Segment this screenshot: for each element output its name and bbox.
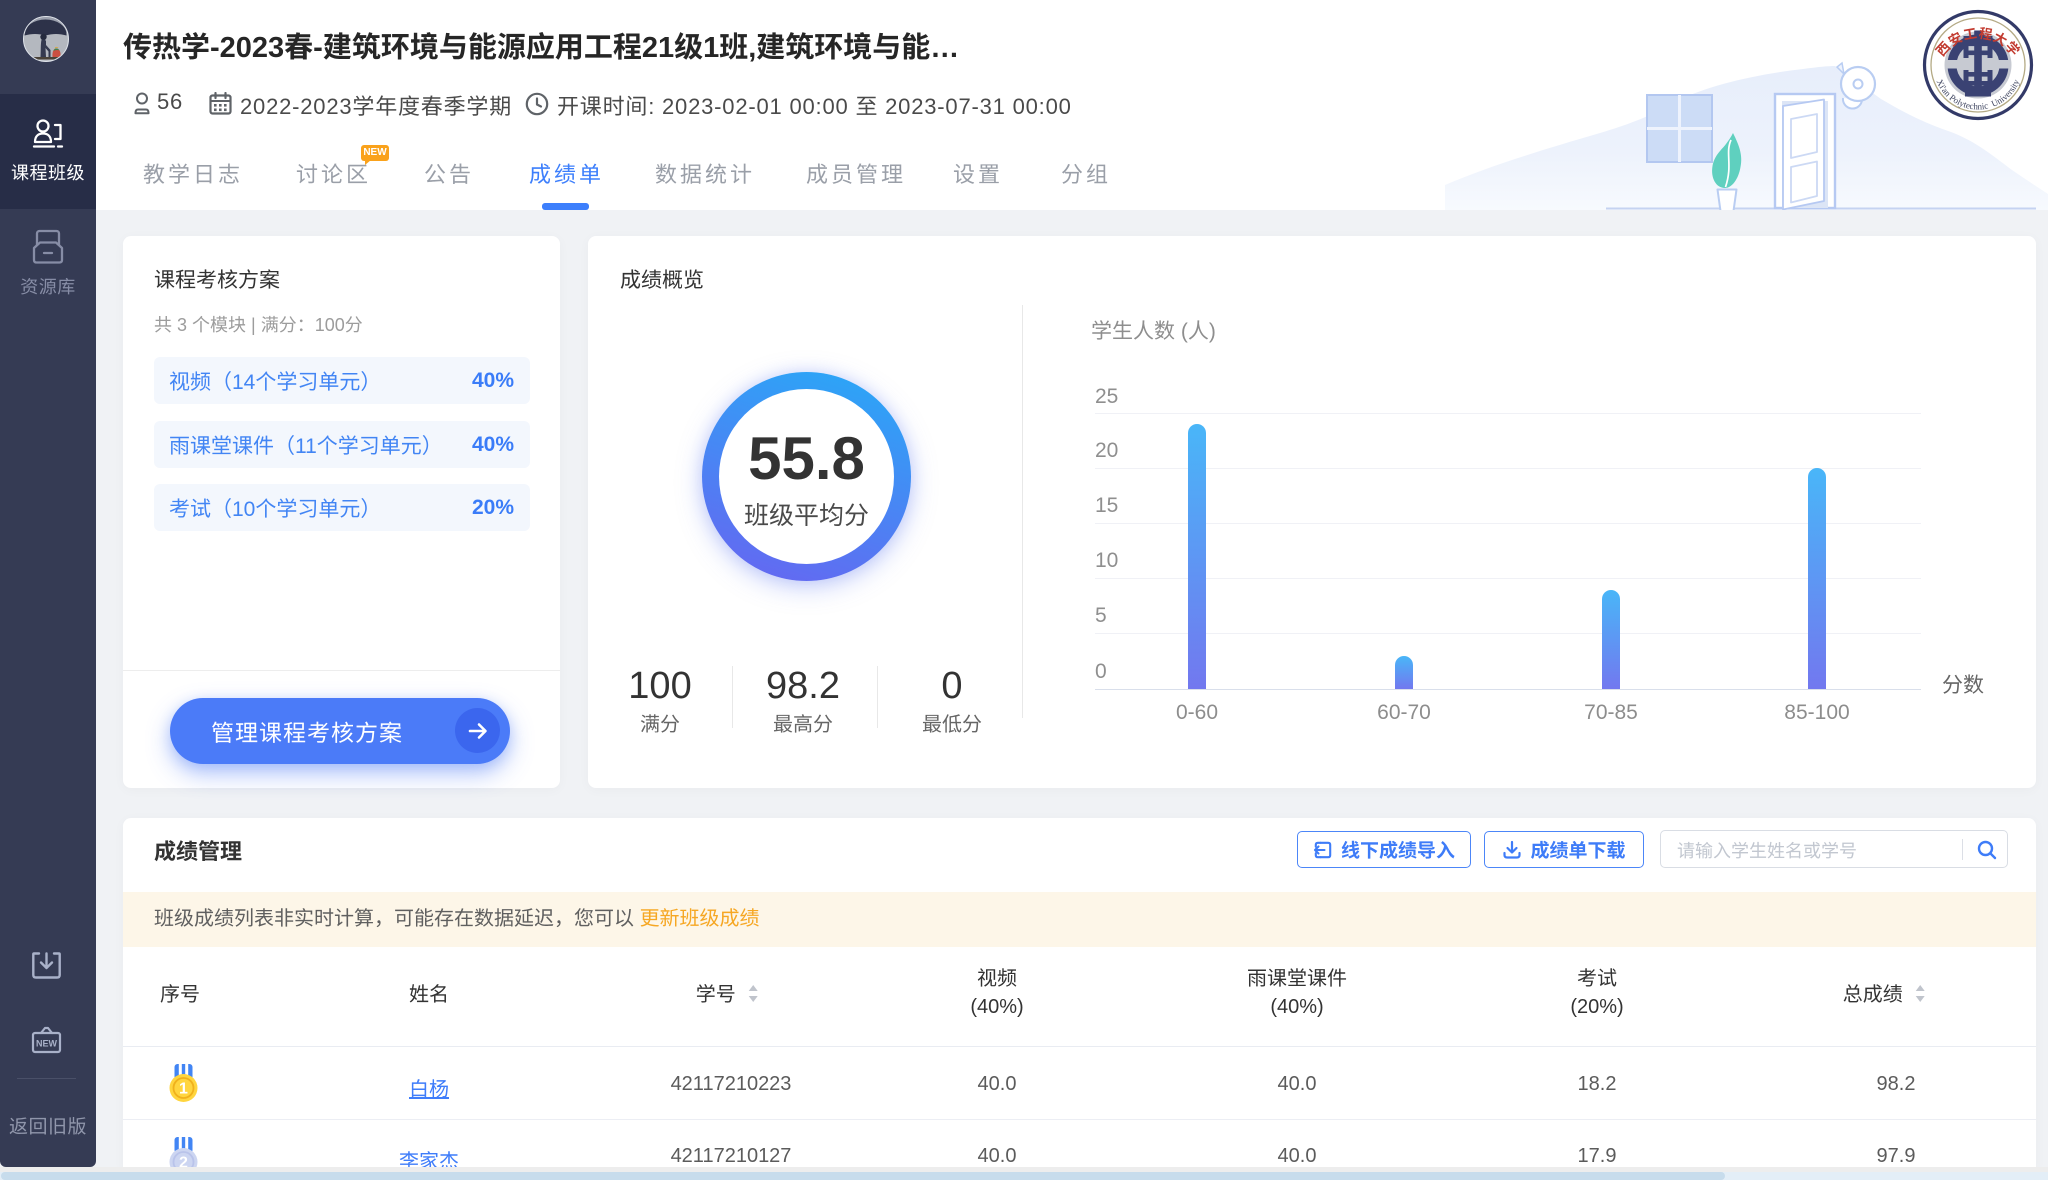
svg-text:1: 1: [179, 1081, 188, 1098]
svg-text:NEW: NEW: [36, 1039, 58, 1049]
